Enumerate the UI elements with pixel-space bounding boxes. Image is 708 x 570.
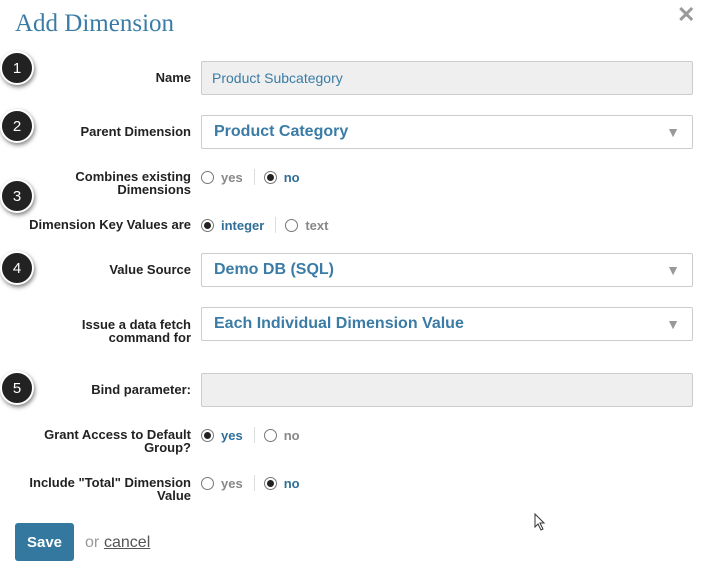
save-button[interactable]: Save [15,523,74,561]
name-input[interactable]: Product Subcategory [201,61,693,95]
fetch-label-line2: command for [108,330,191,345]
close-icon[interactable]: ✕ [677,3,695,27]
fetch-select[interactable]: Each Individual Dimension Value ▼ [201,307,693,341]
combines-no-label: no [283,169,300,185]
radio-circle [285,218,299,232]
grant-access-label: Grant Access to Default Group? [44,428,191,454]
step-badge-1: 1 [0,51,34,85]
radio-circle-selected [201,218,214,232]
step-badge-2: 2 [0,109,34,143]
key-values-label: Dimension Key Values are [29,217,191,232]
fetch-label: Issue a data fetch command for [82,318,191,344]
chevron-down-icon: ▼ [666,262,680,278]
key-values-text-label: text [305,217,329,233]
grant-access-radio-group: yes no [201,427,300,443]
include-total-yes-radio[interactable]: yes [201,476,243,491]
bind-parameter-label: Bind parameter: [91,382,191,397]
combines-label: Combines existing Dimensions [75,170,191,196]
include-total-no-radio[interactable]: no [263,475,300,491]
combines-label-line2: Dimensions [117,182,191,197]
radio-circle-selected [263,476,277,490]
include-total-label-line2: Value [157,488,191,503]
key-values-integer-radio[interactable]: integer [201,218,264,233]
value-source-select[interactable]: Demo DB (SQL) ▼ [201,253,693,287]
parent-dimension-label: Parent Dimension [80,124,191,139]
fetch-value: Each Individual Dimension Value [214,315,464,332]
grant-access-no-radio[interactable]: no [263,427,300,443]
radio-circle [201,476,214,490]
divider [253,475,255,491]
cancel-link[interactable]: cancel [104,534,150,552]
grant-access-yes-radio[interactable]: yes [201,428,243,443]
parent-dimension-value: Product Category [214,123,349,140]
step-badge-4: 4 [0,251,34,285]
combines-yes-label: yes [221,169,243,185]
grant-access-label-line2: Group? [144,440,191,455]
radio-circle [263,428,277,442]
value-source-value: Demo DB (SQL) [214,261,334,278]
or-text: or [85,534,100,551]
divider [275,217,277,233]
parent-dimension-select[interactable]: Product Category ▼ [201,115,693,149]
chevron-down-icon: ▼ [666,124,680,140]
step-badge-5: 5 [0,371,34,405]
value-source-label: Value Source [109,262,191,277]
step-badge-3: 3 [0,179,34,213]
radio-circle-selected [201,428,214,442]
grant-access-yes-label: yes [221,427,243,443]
include-total-no-label: no [283,475,300,491]
bind-parameter-input[interactable] [201,373,693,407]
chevron-down-icon: ▼ [666,316,680,332]
divider [253,427,255,443]
combines-no-radio[interactable]: no [263,169,300,185]
name-label: Name [155,70,191,85]
combines-radio-group: yes no [201,169,300,185]
name-input-value: Product Subcategory [212,70,343,86]
key-values-radio-group: integer text [201,217,328,233]
radio-circle-selected [263,170,277,184]
divider [253,169,255,185]
mouse-pointer-icon [534,513,546,531]
include-total-radio-group: yes no [201,475,300,491]
include-total-label: Include "Total" Dimension Value [29,476,191,502]
key-values-integer-label: integer [221,217,265,233]
include-total-yes-label: yes [221,475,243,491]
dialog-title: Add Dimension [15,10,175,37]
key-values-text-radio[interactable]: text [285,218,328,233]
grant-access-no-label: no [283,427,300,443]
radio-circle [201,170,214,184]
combines-yes-radio[interactable]: yes [201,170,243,185]
